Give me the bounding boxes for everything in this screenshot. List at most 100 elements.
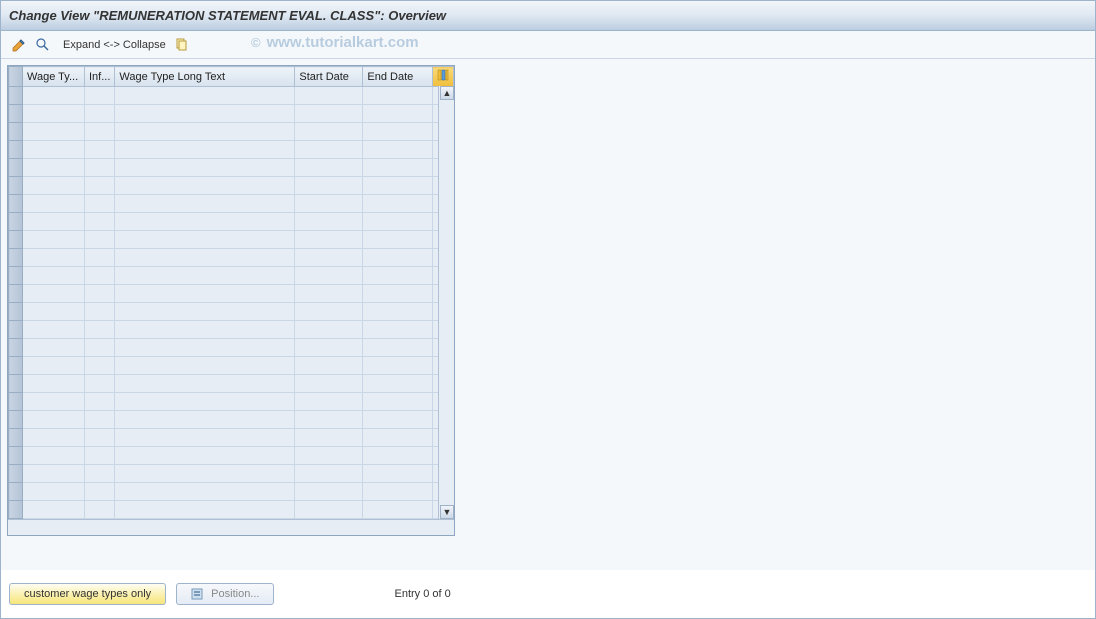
row-selector[interactable] [9,429,23,447]
table-row[interactable] [9,465,454,483]
cell-end-date[interactable] [363,321,433,339]
cell-inf[interactable] [85,393,115,411]
cell-start-date[interactable] [295,285,363,303]
row-selector[interactable] [9,339,23,357]
position-button[interactable]: Position... [176,583,274,605]
cell-wage-type[interactable] [23,483,85,501]
cell-inf[interactable] [85,321,115,339]
cell-wage-type[interactable] [23,285,85,303]
table-row[interactable] [9,357,454,375]
table-row[interactable] [9,213,454,231]
cell-wage-type[interactable] [23,141,85,159]
row-selector[interactable] [9,465,23,483]
row-selector[interactable] [9,393,23,411]
cell-wage-type[interactable] [23,393,85,411]
column-end-date[interactable]: End Date [363,67,433,87]
cell-end-date[interactable] [363,339,433,357]
cell-end-date[interactable] [363,177,433,195]
cell-long-text[interactable] [115,105,295,123]
table-row[interactable] [9,375,454,393]
cell-start-date[interactable] [295,447,363,465]
column-start-date[interactable]: Start Date [295,67,363,87]
vertical-scrollbar[interactable]: ▲ ▼ [438,86,454,519]
cell-start-date[interactable] [295,159,363,177]
cell-long-text[interactable] [115,375,295,393]
table-row[interactable] [9,105,454,123]
cell-start-date[interactable] [295,267,363,285]
cell-long-text[interactable] [115,213,295,231]
cell-end-date[interactable] [363,231,433,249]
cell-end-date[interactable] [363,501,433,519]
row-selector[interactable] [9,357,23,375]
customer-wage-types-button[interactable]: customer wage types only [9,583,166,605]
row-selector[interactable] [9,105,23,123]
table-row[interactable] [9,483,454,501]
column-inf[interactable]: Inf... [85,67,115,87]
cell-end-date[interactable] [363,357,433,375]
column-long-text[interactable]: Wage Type Long Text [115,67,295,87]
cell-inf[interactable] [85,375,115,393]
cell-end-date[interactable] [363,195,433,213]
cell-inf[interactable] [85,411,115,429]
cell-end-date[interactable] [363,141,433,159]
cell-start-date[interactable] [295,321,363,339]
cell-long-text[interactable] [115,231,295,249]
table-row[interactable] [9,447,454,465]
cell-wage-type[interactable] [23,375,85,393]
cell-end-date[interactable] [363,375,433,393]
row-selector[interactable] [9,375,23,393]
cell-wage-type[interactable] [23,177,85,195]
cell-inf[interactable] [85,105,115,123]
cell-long-text[interactable] [115,321,295,339]
table-row[interactable] [9,87,454,105]
cell-wage-type[interactable] [23,501,85,519]
cell-start-date[interactable] [295,375,363,393]
cell-long-text[interactable] [115,177,295,195]
row-selector[interactable] [9,249,23,267]
scroll-down-icon[interactable]: ▼ [440,505,454,519]
cell-end-date[interactable] [363,249,433,267]
table-row[interactable] [9,411,454,429]
cell-wage-type[interactable] [23,447,85,465]
cell-long-text[interactable] [115,465,295,483]
cell-start-date[interactable] [295,339,363,357]
cell-inf[interactable] [85,465,115,483]
cell-end-date[interactable] [363,393,433,411]
table-row[interactable] [9,267,454,285]
table-row[interactable] [9,123,454,141]
cell-wage-type[interactable] [23,339,85,357]
cell-inf[interactable] [85,231,115,249]
row-selector[interactable] [9,159,23,177]
cell-inf[interactable] [85,267,115,285]
cell-wage-type[interactable] [23,267,85,285]
cell-long-text[interactable] [115,483,295,501]
row-selector[interactable] [9,267,23,285]
cell-inf[interactable] [85,483,115,501]
row-selector[interactable] [9,285,23,303]
cell-start-date[interactable] [295,303,363,321]
expand-collapse-button[interactable]: Expand <-> Collapse [63,39,166,51]
configure-columns-icon[interactable] [433,67,454,87]
cell-long-text[interactable] [115,285,295,303]
cell-start-date[interactable] [295,195,363,213]
cell-inf[interactable] [85,501,115,519]
table-row[interactable] [9,285,454,303]
cell-long-text[interactable] [115,141,295,159]
table-row[interactable] [9,177,454,195]
row-selector[interactable] [9,195,23,213]
row-selector[interactable] [9,141,23,159]
row-selector[interactable] [9,231,23,249]
cell-wage-type[interactable] [23,159,85,177]
row-selector[interactable] [9,483,23,501]
cell-end-date[interactable] [363,105,433,123]
cell-inf[interactable] [85,141,115,159]
cell-start-date[interactable] [295,429,363,447]
cell-wage-type[interactable] [23,123,85,141]
row-selector[interactable] [9,321,23,339]
cell-start-date[interactable] [295,231,363,249]
cell-end-date[interactable] [363,411,433,429]
cell-end-date[interactable] [363,429,433,447]
cell-inf[interactable] [85,357,115,375]
toggle-edit-icon[interactable] [9,35,29,55]
cell-long-text[interactable] [115,393,295,411]
